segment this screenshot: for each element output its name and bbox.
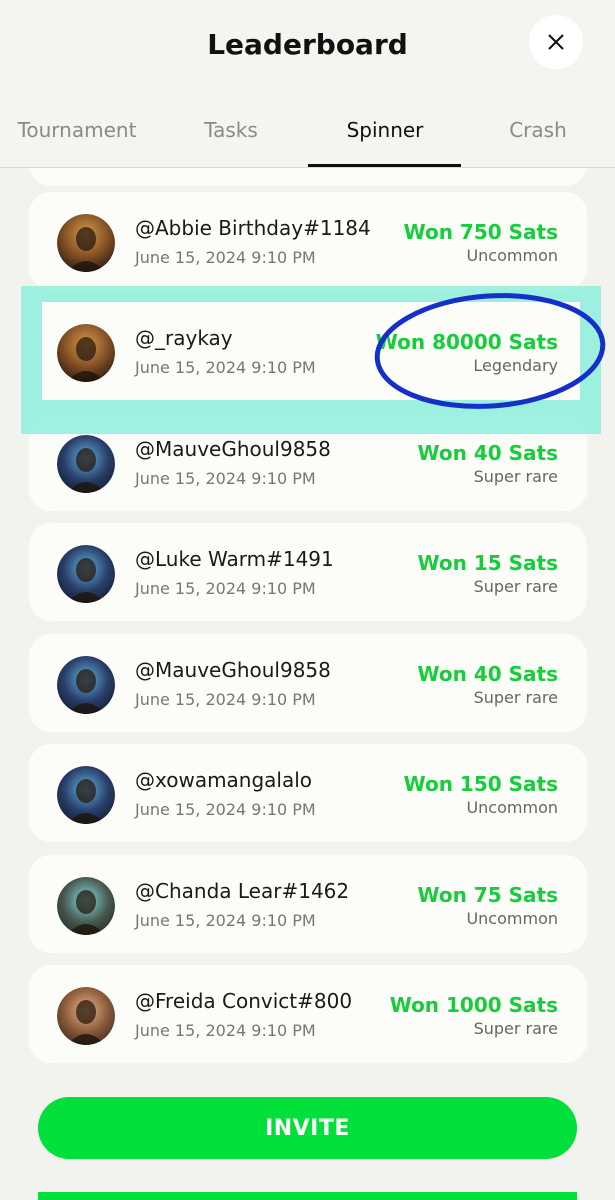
annotation-circle bbox=[374, 293, 606, 409]
rarity-label: Super rare bbox=[473, 577, 558, 596]
rarity-label: Super rare bbox=[473, 467, 558, 486]
avatar bbox=[57, 324, 115, 382]
avatar bbox=[57, 877, 115, 935]
rarity-label: Uncommon bbox=[466, 246, 558, 265]
tab-crash[interactable]: Crash bbox=[461, 100, 615, 168]
entry-date: June 15, 2024 9:10 PM bbox=[135, 690, 316, 709]
won-amount: Won 40 Sats bbox=[417, 441, 558, 465]
username: @Abbie Birthday#1184 bbox=[135, 216, 371, 240]
avatar bbox=[57, 214, 115, 272]
list-item bbox=[29, 168, 587, 186]
entry-date: June 15, 2024 9:10 PM bbox=[135, 248, 316, 267]
close-icon bbox=[548, 34, 564, 50]
won-amount: Won 75 Sats bbox=[417, 883, 558, 907]
username: @Freida Convict#800 bbox=[135, 989, 353, 1013]
invite-button-duplicate bbox=[38, 1192, 577, 1200]
list-item[interactable]: @Abbie Birthday#1184 June 15, 2024 9:10 P… bbox=[29, 192, 587, 290]
entry-date: June 15, 2024 9:10 PM bbox=[135, 800, 316, 819]
rarity-label: Super rare bbox=[473, 1019, 558, 1038]
page-title: Leaderboard bbox=[207, 28, 408, 61]
list-item[interactable]: @xowamangalalo June 15, 2024 9:10 PM Won 1… bbox=[29, 744, 587, 842]
list-item[interactable]: @MauveGhoul9858 June 15, 2024 9:10 PM Won … bbox=[29, 634, 587, 732]
close-button[interactable] bbox=[529, 15, 583, 69]
username: @_raykay bbox=[135, 326, 233, 350]
rarity-label: Uncommon bbox=[466, 909, 558, 928]
won-amount: Won 750 Sats bbox=[403, 220, 558, 244]
entry-date: June 15, 2024 9:10 PM bbox=[135, 1021, 316, 1040]
won-amount: Won 40 Sats bbox=[417, 662, 558, 686]
entry-date: June 15, 2024 9:10 PM bbox=[135, 579, 316, 598]
tab-spinner[interactable]: Spinner bbox=[308, 100, 462, 168]
avatar bbox=[57, 545, 115, 603]
active-tab-indicator bbox=[308, 164, 461, 167]
avatar bbox=[57, 656, 115, 714]
won-amount: Won 1000 Sats bbox=[389, 993, 558, 1017]
list-item[interactable]: @Chanda Lear#1462 June 15, 2024 9:10 PM Wo… bbox=[29, 855, 587, 953]
header: Leaderboard Tournament Tasks Spinner Cra… bbox=[0, 0, 615, 168]
username: @MauveGhoul9858 bbox=[135, 658, 331, 682]
list-item[interactable]: @Luke Warm#1491 June 15, 2024 9:10 PM Won … bbox=[29, 523, 587, 621]
avatar bbox=[57, 987, 115, 1045]
tab-bar: Tournament Tasks Spinner Crash bbox=[0, 100, 615, 168]
avatar bbox=[57, 435, 115, 493]
won-amount: Won 150 Sats bbox=[403, 772, 558, 796]
rarity-label: Uncommon bbox=[466, 798, 558, 817]
rarity-label: Super rare bbox=[473, 688, 558, 707]
username: @Luke Warm#1491 bbox=[135, 547, 334, 571]
tab-tournament[interactable]: Tournament bbox=[0, 100, 154, 168]
list-item[interactable]: @Freida Convict#800 June 15, 2024 9:10 PM… bbox=[29, 965, 587, 1063]
username: @MauveGhoul9858 bbox=[135, 437, 331, 461]
username: @xowamangalalo bbox=[135, 768, 313, 792]
tab-tasks[interactable]: Tasks bbox=[154, 100, 308, 168]
won-amount: Won 15 Sats bbox=[417, 551, 558, 575]
entry-date: June 15, 2024 9:10 PM bbox=[135, 469, 316, 488]
invite-button[interactable]: INVITE bbox=[38, 1097, 577, 1159]
username: @Chanda Lear#1462 bbox=[135, 879, 350, 903]
avatar bbox=[57, 766, 115, 824]
entry-date: June 15, 2024 9:10 PM bbox=[135, 358, 316, 377]
entry-date: June 15, 2024 9:10 PM bbox=[135, 911, 316, 930]
